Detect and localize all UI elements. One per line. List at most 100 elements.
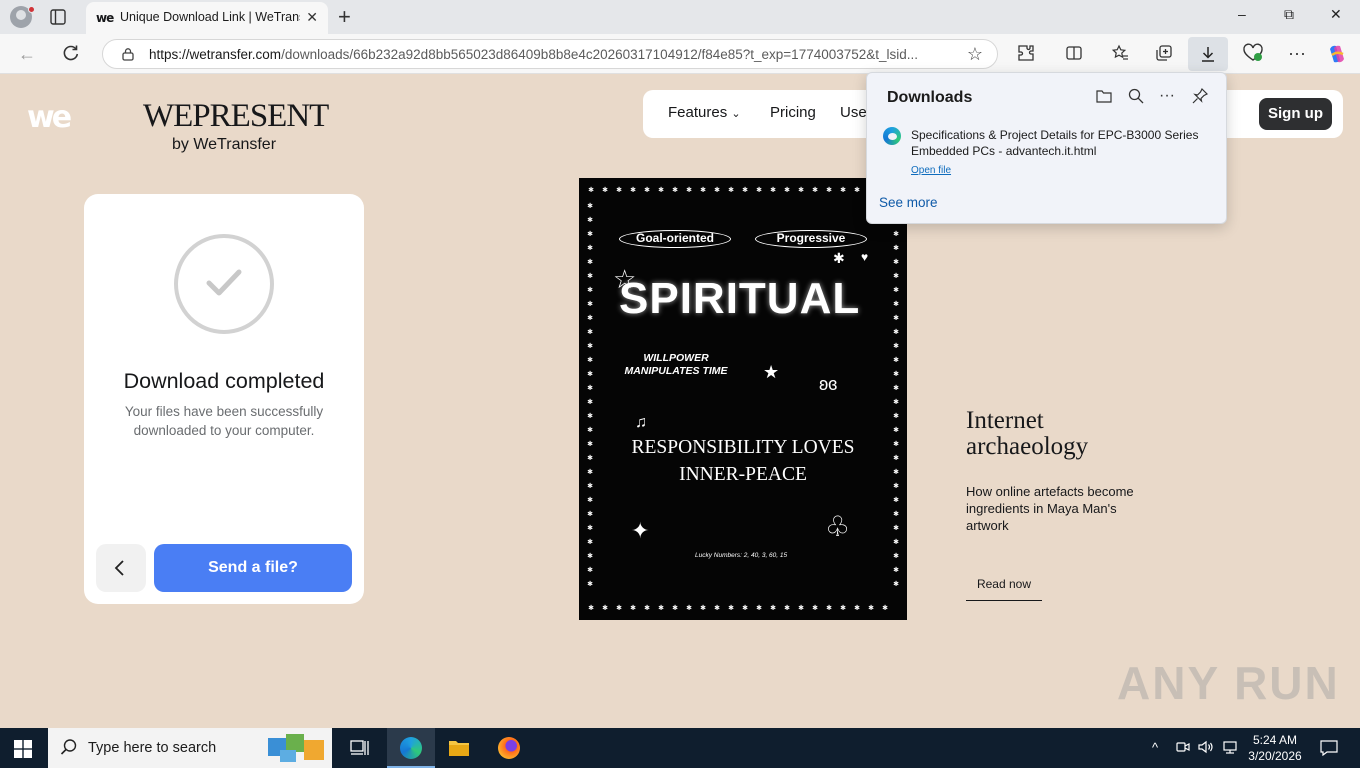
open-folder-icon[interactable] <box>1095 87 1115 107</box>
collections-icon[interactable] <box>1154 43 1176 65</box>
close-window-button[interactable]: ✕ <box>1330 6 1342 23</box>
border-star-icon: ✱ <box>587 356 593 364</box>
border-star-icon: ✱ <box>588 604 594 612</box>
music-note-icon: ♫ <box>635 414 647 431</box>
border-star-icon: ✱ <box>587 286 593 294</box>
border-star-icon: ✱ <box>587 202 593 210</box>
poster-resp-line1: RESPONSIBILITY LOVES <box>631 437 855 458</box>
border-star-icon: ✱ <box>616 604 622 612</box>
border-star-icon: ✱ <box>893 496 899 504</box>
back-button[interactable] <box>96 544 146 592</box>
wetransfer-logo[interactable]: we <box>27 100 72 135</box>
border-star-icon: ✱ <box>587 342 593 350</box>
download-title: Download completed <box>123 369 325 393</box>
tab-close-icon[interactable]: ✕ <box>306 9 318 26</box>
border-star-icon: ✱ <box>893 538 899 546</box>
border-star-icon: ✱ <box>644 604 650 612</box>
split-screen-icon[interactable] <box>1064 43 1086 65</box>
send-file-button[interactable]: Send a file? <box>154 544 352 592</box>
tab-actions-icon[interactable] <box>48 7 70 27</box>
border-star-icon: ✱ <box>784 604 790 612</box>
browser-essentials-icon[interactable] <box>1242 43 1264 65</box>
extensions-icon[interactable] <box>1016 43 1038 65</box>
task-view-icon[interactable] <box>336 728 384 768</box>
border-star-icon: ✱ <box>893 524 899 532</box>
site-info-lock-icon[interactable] <box>121 47 135 66</box>
favorite-star-icon[interactable]: ☆ <box>967 44 983 65</box>
border-star-icon: ✱ <box>728 604 734 612</box>
firefox-icon[interactable] <box>485 728 533 768</box>
border-star-icon: ✱ <box>893 482 899 490</box>
search-icon <box>60 738 78 761</box>
chevron-left-icon <box>114 560 124 576</box>
border-star-icon: ✱ <box>893 468 899 476</box>
downloads-button[interactable] <box>1188 37 1228 71</box>
border-star-icon: ✱ <box>893 230 899 238</box>
url-text[interactable]: https://wetransfer.com/downloads/66b232a… <box>149 47 949 62</box>
back-arrow-icon[interactable]: ← <box>16 43 38 65</box>
border-star-icon: ✱ <box>756 604 762 612</box>
border-star-icon: ✱ <box>587 566 593 574</box>
notifications-icon[interactable] <box>1320 740 1338 759</box>
network-icon[interactable] <box>1222 740 1238 757</box>
refresh-icon[interactable] <box>60 43 82 65</box>
minimize-button[interactable]: – <box>1238 6 1246 22</box>
border-star-icon: ✱ <box>868 604 874 612</box>
downloads-panel: Downloads ··· Specifications & Project D… <box>866 72 1227 224</box>
pin-icon[interactable] <box>1191 87 1211 107</box>
volume-icon[interactable] <box>1198 740 1214 757</box>
copilot-icon[interactable] <box>1326 43 1348 65</box>
border-star-icon: ✱ <box>630 604 636 612</box>
download-item-name[interactable]: Specifications & Project Details for EPC… <box>911 127 1211 159</box>
new-tab-icon[interactable]: + <box>338 4 351 30</box>
article-title[interactable]: Internet archaeology <box>966 408 1146 460</box>
border-star-icon: ✱ <box>587 258 593 266</box>
wepresent-brand[interactable]: WEPRESENT <box>143 98 329 135</box>
border-star-icon: ✱ <box>893 342 899 350</box>
border-star-icon: ✱ <box>588 186 594 194</box>
taskbar-edge-icon[interactable] <box>387 728 435 768</box>
more-options-icon[interactable]: ··· <box>1288 43 1310 65</box>
border-star-icon: ✱ <box>770 604 776 612</box>
border-star-icon: ✱ <box>893 328 899 336</box>
more-downloads-options-icon[interactable]: ··· <box>1159 87 1179 107</box>
signup-button[interactable]: Sign up <box>1259 98 1332 130</box>
nav-pricing[interactable]: Pricing <box>770 104 816 121</box>
restore-button[interactable]: ⧉ <box>1284 6 1294 23</box>
border-star-icon: ✱ <box>587 216 593 224</box>
border-star-icon: ✱ <box>893 454 899 462</box>
browser-tab-active[interactable]: we Unique Download Link | WeTransfer ✕ <box>86 2 328 34</box>
search-downloads-icon[interactable] <box>1127 87 1147 107</box>
open-file-link[interactable]: Open file <box>911 165 951 176</box>
border-star-icon: ✱ <box>587 454 593 462</box>
border-star-icon: ✱ <box>893 258 899 266</box>
nav-features[interactable]: Features ⌄ <box>668 104 741 121</box>
search-placeholder: Type here to search <box>88 740 217 756</box>
border-star-icon: ✱ <box>893 510 899 518</box>
border-star-icon: ✱ <box>893 272 899 280</box>
border-star-icon: ✱ <box>826 186 832 194</box>
taskbar-search[interactable]: Type here to search <box>48 728 332 768</box>
edge-file-icon <box>883 127 901 145</box>
browser-titlebar: we Unique Download Link | WeTransfer ✕ +… <box>0 0 1360 34</box>
taskbar-clock[interactable]: 5:24 AM 3/20/2026 <box>1246 732 1304 764</box>
tray-meet-icon[interactable] <box>1176 740 1190 757</box>
border-star-icon: ✱ <box>602 604 608 612</box>
read-now-link[interactable]: Read now <box>966 577 1042 601</box>
poster-headline: SPIRITUAL <box>619 274 861 323</box>
wetransfer-favicon-icon: we <box>96 11 114 25</box>
favorites-icon[interactable] <box>1110 43 1132 65</box>
club-icon: ♧ <box>825 511 851 542</box>
file-explorer-icon[interactable] <box>435 728 483 768</box>
article-poster-image[interactable]: ✱ ✱ ✱ ✱ ✱ ✱ ✱ ✱ ✱ ✱ ✱ ✱ ✱ ✱ ✱ ✱ ✱ ✱ ✱ ✱ ✱ ✱ ✱ ✱ ✱ ✱ ✱ ✱ ✱ ✱ ✱ ✱ ✱ ✱ ✱ ✱ ✱ ✱ ✱ ✱… <box>579 178 907 620</box>
tray-chevron-up-icon[interactable]: ^ <box>1152 740 1158 755</box>
border-star-icon: ✱ <box>587 384 593 392</box>
windows-start-icon[interactable] <box>14 740 32 758</box>
nav-use[interactable]: Use <box>840 104 867 121</box>
border-star-icon: ✱ <box>893 244 899 252</box>
see-more-link[interactable]: See more <box>879 195 938 210</box>
border-star-icon: ✱ <box>893 370 899 378</box>
border-star-icon: ✱ <box>714 186 720 194</box>
address-bar[interactable]: https://wetransfer.com/downloads/66b232a… <box>102 39 998 69</box>
border-star-icon: ✱ <box>893 426 899 434</box>
